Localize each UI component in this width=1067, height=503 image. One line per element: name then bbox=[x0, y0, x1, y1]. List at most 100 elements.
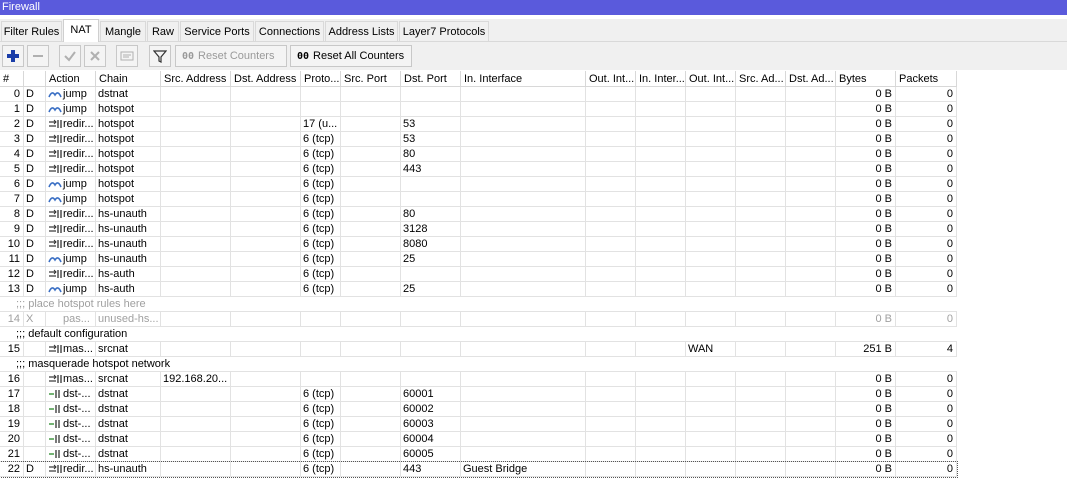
col-dst-address-list-cell bbox=[786, 447, 836, 462]
table-row[interactable]: 10 Dredir... hs-unauth 6 (tcp) 8080 0 B0 bbox=[0, 237, 957, 252]
action-label: dst-... bbox=[63, 418, 91, 430]
plus-icon bbox=[7, 50, 19, 62]
col-packets-header[interactable]: Packets bbox=[896, 71, 957, 87]
table-row[interactable]: 12 Dredir... hs-auth 6 (tcp) 0 B0 bbox=[0, 267, 957, 282]
col-dst-address-list-header[interactable]: Dst. Ad... bbox=[786, 71, 836, 87]
table-row[interactable]: 7 Djump hotspot 6 (tcp) 0 B0 bbox=[0, 192, 957, 207]
col-packets-cell: 0 bbox=[896, 417, 957, 432]
col-src-address-cell bbox=[161, 177, 231, 192]
col-out-interface-cell bbox=[586, 222, 636, 237]
table-row[interactable]: 5 Dredir... hotspot 6 (tcp) 443 0 B0 bbox=[0, 162, 957, 177]
table-row[interactable]: 9 Dredir... hs-unauth 6 (tcp) 3128 0 B0 bbox=[0, 222, 957, 237]
reset-counters-button[interactable]: 00 Reset Counters bbox=[175, 45, 287, 67]
col-dst-address-header[interactable]: Dst. Address bbox=[231, 71, 301, 87]
col-src-port-header[interactable]: Src. Port bbox=[341, 71, 401, 87]
col-number-cell: 8 bbox=[0, 207, 24, 222]
col-in-interface-cell bbox=[461, 237, 586, 252]
reset-counters-label: Reset Counters bbox=[198, 50, 275, 62]
col-number-cell: 12 bbox=[0, 267, 24, 282]
table-row[interactable]: 15 mas... srcnat WAN 251 B4 bbox=[0, 342, 957, 357]
col-dst-address-cell bbox=[231, 102, 301, 117]
tab-filter-rules[interactable]: Filter Rules bbox=[1, 21, 62, 41]
col-in-interface-list-header[interactable]: In. Inter... bbox=[636, 71, 686, 87]
col-in-interface-cell bbox=[461, 87, 586, 102]
col-chain-header[interactable]: Chain bbox=[96, 71, 161, 87]
col-dst-address-cell bbox=[231, 432, 301, 447]
table-row[interactable]: 2 Dredir... hotspot 17 (u... 53 0 B0 bbox=[0, 117, 957, 132]
action-label: dst-... bbox=[63, 403, 91, 415]
col-out-interface-list-cell bbox=[686, 267, 736, 282]
table-row[interactable]: 6 Djump hotspot 6 (tcp) 0 B0 bbox=[0, 177, 957, 192]
col-in-interface-list-cell bbox=[636, 192, 686, 207]
filter-button[interactable] bbox=[149, 45, 171, 67]
table-row[interactable]: 21 dst-... dstnat 6 (tcp) 60005 0 B0 bbox=[0, 447, 957, 462]
col-src-address-list-cell bbox=[736, 462, 786, 477]
col-bytes-header[interactable]: Bytes bbox=[836, 71, 896, 87]
tab-mangle[interactable]: Mangle bbox=[100, 21, 146, 41]
col-src-address-cell bbox=[161, 447, 231, 462]
col-out-interface-list-cell bbox=[686, 117, 736, 132]
tab-layer7-protocols[interactable]: Layer7 Protocols bbox=[399, 21, 489, 41]
table-row[interactable]: 13 Djump hs-auth 6 (tcp) 25 0 B0 bbox=[0, 282, 957, 297]
col-action-cell: dst-... bbox=[46, 417, 96, 432]
col-src-address-cell bbox=[161, 312, 231, 327]
remove-button[interactable] bbox=[27, 45, 49, 67]
tab-address-lists[interactable]: Address Lists bbox=[325, 21, 398, 41]
table-row[interactable]: 14 Xpas... unused-hs... 0 B0 bbox=[0, 312, 957, 327]
col-dst-address-cell bbox=[231, 177, 301, 192]
table-row[interactable]: 8 Dredir... hs-unauth 6 (tcp) 80 0 B0 bbox=[0, 207, 957, 222]
col-src-address-cell bbox=[161, 222, 231, 237]
col-packets-cell: 0 bbox=[896, 192, 957, 207]
col-dst-address-cell bbox=[231, 192, 301, 207]
table-row[interactable]: 4 Dredir... hotspot 6 (tcp) 80 0 B0 bbox=[0, 147, 957, 162]
tab-nat[interactable]: NAT bbox=[63, 19, 99, 42]
col-dst-port-cell: 60003 bbox=[401, 417, 461, 432]
col-flags-cell bbox=[24, 387, 46, 402]
col-number-header[interactable]: # bbox=[0, 71, 24, 87]
col-protocol-cell: 6 (tcp) bbox=[301, 282, 341, 297]
enable-button[interactable] bbox=[59, 45, 81, 67]
col-packets-cell: 0 bbox=[896, 252, 957, 267]
col-in-interface-header[interactable]: In. Interface bbox=[461, 71, 586, 87]
reset-all-counters-button[interactable]: 00 Reset All Counters bbox=[290, 45, 412, 67]
table-row[interactable]: 11 Djump hs-unauth 6 (tcp) 25 0 B0 bbox=[0, 252, 957, 267]
col-in-interface-cell bbox=[461, 312, 586, 327]
col-out-interface-list-cell bbox=[686, 402, 736, 417]
table-row[interactable]: 18 dst-... dstnat 6 (tcp) 60002 0 B0 bbox=[0, 402, 957, 417]
col-in-interface-list-cell bbox=[636, 387, 686, 402]
table-row[interactable]: 1 Djump hotspot 0 B0 bbox=[0, 102, 957, 117]
col-flags-cell: D bbox=[24, 162, 46, 177]
tab-raw[interactable]: Raw bbox=[147, 21, 179, 41]
col-dst-address-list-cell bbox=[786, 387, 836, 402]
tab-connections[interactable]: Connections bbox=[255, 21, 324, 41]
col-packets-cell: 0 bbox=[896, 117, 957, 132]
action-label: mas... bbox=[63, 373, 93, 385]
redirect-icon bbox=[49, 209, 62, 219]
col-action-header[interactable]: Action bbox=[46, 71, 96, 87]
col-protocol-header[interactable]: Proto... bbox=[301, 71, 341, 87]
tab-service-ports[interactable]: Service Ports bbox=[180, 21, 254, 41]
table-row[interactable]: 17 dst-... dstnat 6 (tcp) 60001 0 B0 bbox=[0, 387, 957, 402]
table-row[interactable]: 22 Dredir... hs-unauth 6 (tcp) 443 Guest Brid… bbox=[0, 461, 958, 478]
window-title: Firewall bbox=[2, 1, 40, 13]
col-dst-port-header[interactable]: Dst. Port bbox=[401, 71, 461, 87]
table-row[interactable]: 3 Dredir... hotspot 6 (tcp) 53 0 B0 bbox=[0, 132, 957, 147]
table-row[interactable]: 19 dst-... dstnat 6 (tcp) 60003 0 B0 bbox=[0, 417, 957, 432]
col-dst-address-list-cell bbox=[786, 102, 836, 117]
comment-button[interactable] bbox=[116, 45, 138, 67]
col-src-address-header[interactable]: Src. Address bbox=[161, 71, 231, 87]
col-src-address-list-header[interactable]: Src. Ad... bbox=[736, 71, 786, 87]
table-row[interactable]: 20 dst-... dstnat 6 (tcp) 60004 0 B0 bbox=[0, 432, 957, 447]
table-row[interactable]: 16 mas... srcnat 192.168.20... 0 B0 bbox=[0, 372, 957, 387]
add-button[interactable] bbox=[2, 45, 24, 67]
col-protocol-cell bbox=[301, 312, 341, 327]
disable-button[interactable] bbox=[84, 45, 106, 67]
col-dst-port-cell bbox=[401, 312, 461, 327]
col-flags-header[interactable] bbox=[24, 71, 46, 87]
col-chain-cell: hotspot bbox=[96, 147, 161, 162]
col-out-interface-list-header[interactable]: Out. Int... bbox=[686, 71, 736, 87]
table-row[interactable]: 0 Djump dstnat 0 B0 bbox=[0, 87, 957, 102]
col-src-address-list-cell bbox=[736, 447, 786, 462]
col-out-interface-list-cell bbox=[686, 462, 736, 477]
col-out-interface-header[interactable]: Out. Int... bbox=[586, 71, 636, 87]
